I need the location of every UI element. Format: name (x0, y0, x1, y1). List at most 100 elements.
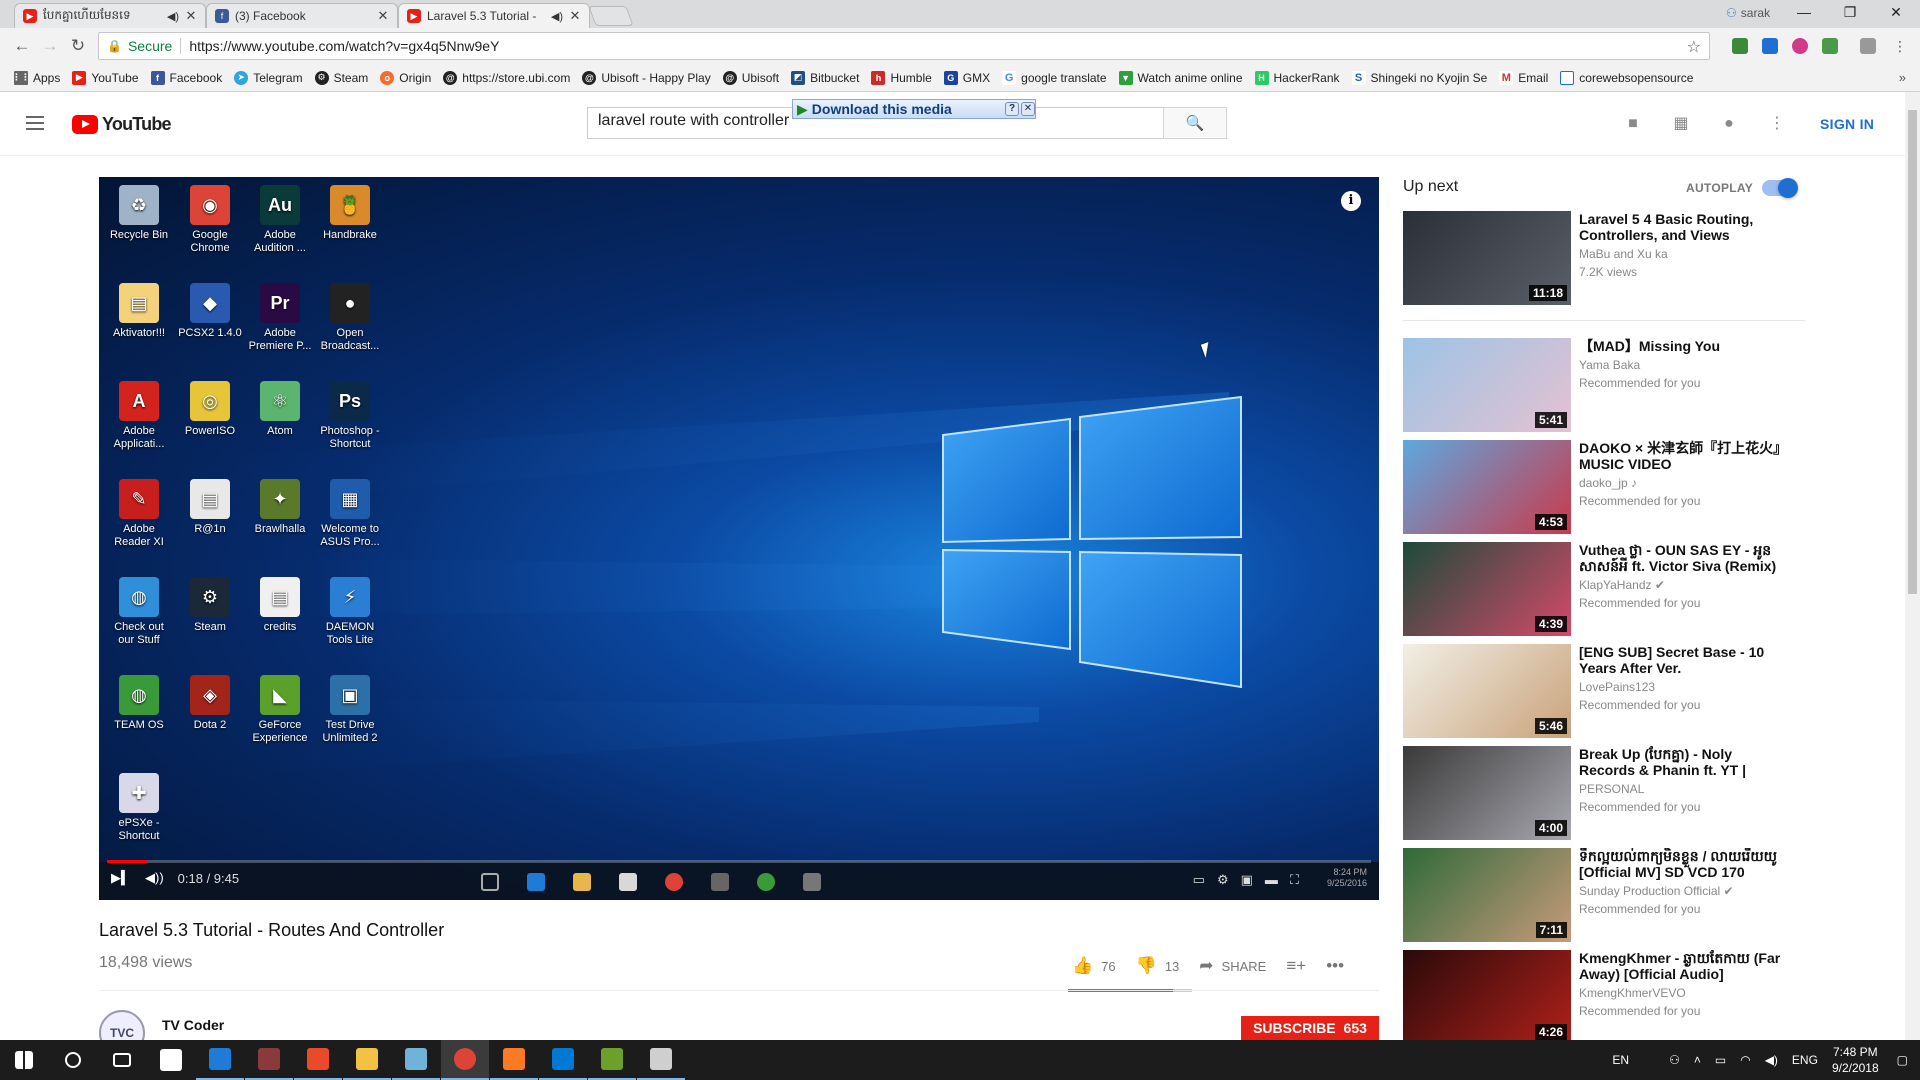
suggested-video-title[interactable]: Vuthea ថ្លា - OUN SAS EY - អូនសាសន៍អី ft… (1579, 542, 1789, 574)
taskbar-dev-tool-button[interactable] (637, 1040, 685, 1080)
taskbar-winrar-button[interactable] (245, 1040, 293, 1080)
reload-icon[interactable]: ↻ (68, 36, 88, 56)
extension-flower-icon[interactable] (1792, 38, 1808, 54)
taskbar-app-red-button[interactable] (294, 1040, 342, 1080)
suggested-video-title[interactable]: KmengKhmer - ឆ្ងាយតែកាយ (Far Away) [Offi… (1579, 950, 1789, 982)
browser-tab[interactable]: ▶ បែកគ្នាហើយមែនទេ ◀) ✕ (14, 3, 206, 28)
autoplay-toggle[interactable] (1762, 178, 1798, 198)
taskbar-start-button[interactable] (0, 1040, 48, 1080)
extension-bookmark-icon[interactable] (1762, 38, 1778, 54)
bookmark-anime[interactable]: ▼ Watch anime online (1118, 70, 1243, 85)
video-thumbnail[interactable]: 4:26 (1403, 950, 1571, 1044)
people-icon[interactable]: ⚇ (1669, 1053, 1680, 1067)
volume-icon[interactable]: ◀)) (145, 870, 164, 886)
theater-mode-icon[interactable]: ▬ (1265, 872, 1278, 888)
lang-long[interactable]: ENG (1792, 1053, 1818, 1067)
bookmark-apps[interactable]: ⋮⋮ Apps (12, 70, 60, 85)
taskbar-search-button[interactable] (49, 1040, 97, 1080)
taskbar-xampp-button[interactable] (490, 1040, 538, 1080)
extension-globe-icon[interactable] (1732, 38, 1748, 54)
suggested-video[interactable]: 4:26 KmengKhmer - ឆ្ងាយតែកាយ (Far Away) [… (1403, 950, 1803, 1046)
more-vertical-icon[interactable]: ⋮ (1767, 114, 1787, 134)
close-tab-icon[interactable]: ✕ (377, 8, 389, 24)
more-actions-button[interactable]: ••• (1326, 956, 1344, 976)
suggested-video-title[interactable]: Break Up (បែកគ្នា) - Noly Records & Phan… (1579, 746, 1789, 778)
video-thumbnail[interactable]: 7:11 (1403, 848, 1571, 942)
dislike-button[interactable]: 👎 13 (1136, 956, 1180, 976)
next-icon[interactable]: ▶▍ (111, 870, 131, 886)
bookmark-humble[interactable]: h Humble (871, 70, 932, 85)
bookmark-youtube[interactable]: ▶ YouTube (72, 70, 139, 85)
chevron-up-icon[interactable]: ˄ (1694, 1053, 1701, 1067)
apps-grid-icon[interactable]: ▦ (1671, 114, 1691, 134)
bookmark-telegram[interactable]: ➤ Telegram (234, 70, 303, 85)
miniplayer-icon[interactable]: ▣ (1241, 872, 1253, 888)
extension-lock-icon[interactable] (1860, 38, 1876, 54)
address-bar[interactable]: 🔒 Secure https://www.youtube.com/watch?v… (98, 32, 1710, 60)
more-bookmarks-icon[interactable]: » (1899, 70, 1906, 85)
add-to-playlist-button[interactable]: ≡+ (1286, 956, 1306, 976)
suggested-video[interactable]: 4:39 Vuthea ថ្លា - OUN SAS EY - អូនសាសន៍អ… (1403, 542, 1803, 638)
video-thumbnail[interactable]: 5:41 (1403, 338, 1571, 432)
share-button[interactable]: ➦ SHARE (1199, 956, 1266, 976)
captions-icon[interactable]: ▭ (1193, 872, 1205, 888)
speaker-icon[interactable]: ◀) (167, 10, 179, 23)
wifi-icon[interactable]: ◠ (1740, 1053, 1750, 1067)
scrollbar-thumb[interactable] (1908, 110, 1917, 594)
progress-bar[interactable] (107, 860, 1371, 863)
bookmark-ubisoft-happy[interactable]: @ Ubisoft - Happy Play (582, 70, 711, 85)
fullscreen-icon[interactable]: ⛶ (1290, 872, 1299, 888)
suggested-video-title[interactable]: DAOKO × 米津玄師『打上花火』MUSIC VIDEO (1579, 440, 1789, 472)
hamburger-menu-icon[interactable] (26, 116, 44, 130)
search-button[interactable]: 🔍 (1163, 107, 1227, 139)
taskbar-clock[interactable]: 7:48 PM 9/2/2018 (1832, 1044, 1879, 1076)
maximize-button[interactable]: ❐ (1828, 4, 1872, 24)
suggested-video[interactable]: 5:41 【MAD】Missing You Yama Baka Recommended… (1403, 338, 1803, 434)
taskbar-edge-button[interactable] (196, 1040, 244, 1080)
bookmark-ubisoft[interactable]: @ Ubisoft (722, 70, 779, 85)
bookmark-email[interactable]: M Email (1499, 70, 1548, 85)
volume-icon[interactable]: ◀) (1765, 1053, 1778, 1067)
bookmark-origin[interactable]: o Origin (380, 70, 431, 85)
bookmark-gmx[interactable]: G GMX (943, 70, 990, 85)
menu-kebab-icon[interactable]: ⋮ (1890, 36, 1910, 56)
video-thumbnail[interactable]: 4:39 (1403, 542, 1571, 636)
settings-gear-icon[interactable]: ⚙ (1217, 872, 1229, 888)
taskbar-store-button[interactable] (147, 1040, 195, 1080)
suggested-video-title[interactable]: 【MAD】Missing You (1579, 338, 1789, 354)
suggested-video-title[interactable]: ទឹកល្អយល់ពាក្យមិនខ្លួន / លាយរើយយូ [Offic… (1579, 848, 1789, 880)
suggested-video[interactable]: 7:11 ទឹកល្អយល់ពាក្យមិនខ្លួន / លាយរើយយូ [O… (1403, 848, 1803, 944)
bookmark-ubi-store[interactable]: @ https://store.ubi.com (443, 70, 570, 85)
suggested-video[interactable]: 4:53 DAOKO × 米津玄師『打上花火』MUSIC VIDEO daoko_j… (1403, 440, 1803, 536)
suggested-video-title[interactable]: Laravel 5 4 Basic Routing, Controllers, … (1579, 211, 1789, 243)
info-icon[interactable]: i (1341, 191, 1361, 211)
video-thumbnail[interactable]: 5:46 (1403, 644, 1571, 738)
video-thumbnail[interactable]: 11:18 (1403, 211, 1571, 305)
messages-icon[interactable]: ● (1719, 114, 1739, 134)
suggested-video-title[interactable]: [ENG SUB] Secret Base - 10 Years After V… (1579, 644, 1789, 676)
bookmark-hackerrank[interactable]: H HackerRank (1254, 70, 1340, 85)
browser-tab[interactable]: f (3) Facebook ✕ (206, 3, 398, 28)
bookmark-google-translate[interactable]: Ggoogle translate (1002, 70, 1107, 85)
like-button[interactable]: 👍 76 (1072, 956, 1116, 976)
suggested-video[interactable]: 4:00 Break Up (បែកគ្នា) - Noly Records & … (1403, 746, 1803, 842)
video-player[interactable]: ♻ Recycle Bin ◉ Google Chrome Au Adobe Auditi… (99, 177, 1379, 900)
help-icon[interactable]: ? (1005, 102, 1019, 116)
suggested-video[interactable]: 5:46 [ENG SUB] Secret Base - 10 Years Aft… (1403, 644, 1803, 740)
taskbar-explorer-button[interactable] (343, 1040, 391, 1080)
bookmark-shingeki[interactable]: S Shingeki no Kyojin Se (1351, 70, 1487, 85)
taskbar-task-view-button[interactable] (98, 1040, 146, 1080)
profile-button[interactable]: ⚇ sarak (1726, 6, 1770, 20)
taskbar-chrome-button[interactable] (441, 1040, 489, 1080)
taskbar-notepad-button[interactable] (392, 1040, 440, 1080)
browser-tab-active[interactable]: ▶ Laravel 5.3 Tutorial - ◀) ✕ (398, 3, 590, 28)
video-thumbnail[interactable]: 4:53 (1403, 440, 1571, 534)
subscribe-button[interactable]: SUBSCRIBE 653 (1241, 1016, 1379, 1040)
new-tab-button[interactable] (588, 6, 634, 26)
bookmark-facebook[interactable]: f Facebook (150, 70, 222, 85)
close-window-button[interactable]: ✕ (1874, 4, 1918, 24)
upload-video-icon[interactable]: ■ (1623, 114, 1643, 134)
download-media-bar[interactable]: ▶ Download this media ? ✕ (792, 99, 1036, 119)
page-scrollbar[interactable] (1905, 92, 1920, 1040)
back-arrow-icon[interactable]: ← (12, 36, 32, 56)
